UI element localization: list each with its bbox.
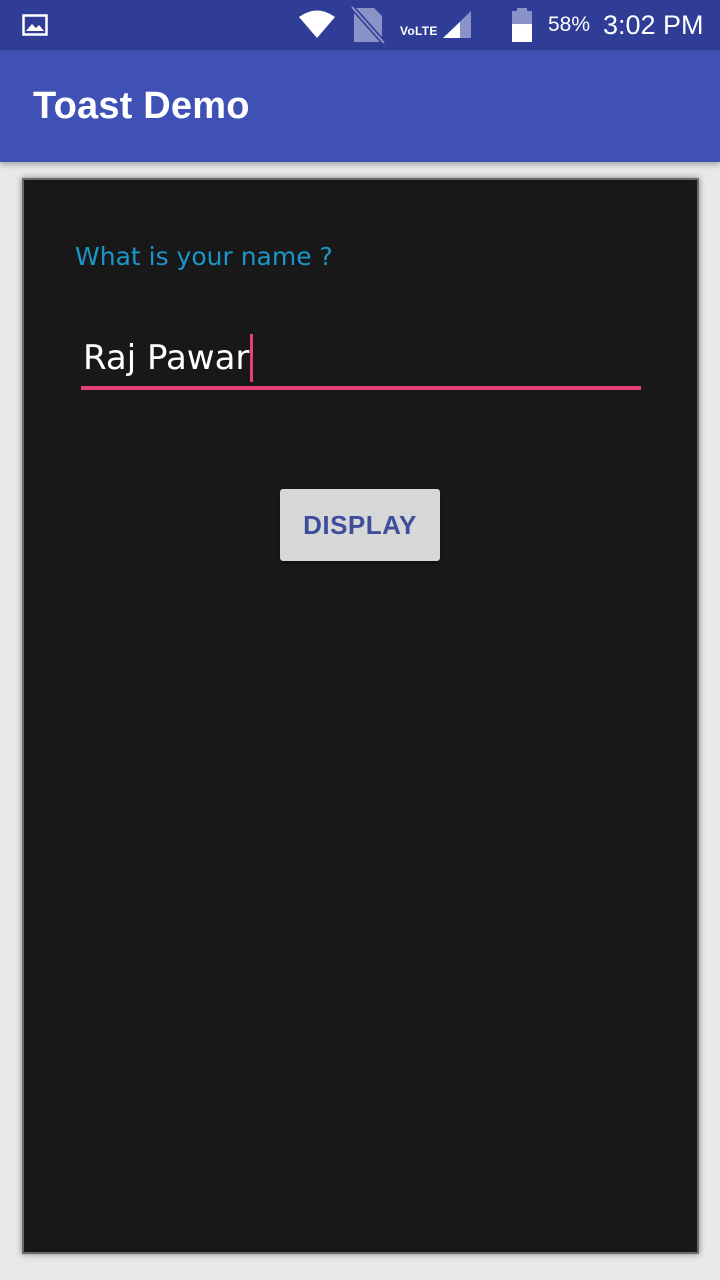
wifi-icon xyxy=(298,0,336,50)
app-bar: Toast Demo xyxy=(0,50,720,162)
app-title: Toast Demo xyxy=(33,84,250,127)
content-panel: What is your name ? Raj Pawar DISPLAY xyxy=(22,178,699,1254)
status-bar: VoLTE 58% 3:02 PM xyxy=(0,0,720,50)
name-input-value: Raj Pawar xyxy=(83,338,250,378)
battery-icon xyxy=(510,0,534,50)
battery-percent: 58% xyxy=(548,13,591,36)
signal-icon xyxy=(442,0,472,50)
gallery-icon xyxy=(22,0,48,50)
no-sim-icon xyxy=(350,0,386,50)
name-input[interactable]: Raj Pawar xyxy=(81,330,641,390)
volte-label: VoLTE xyxy=(400,24,438,38)
display-button[interactable]: DISPLAY xyxy=(280,489,440,561)
text-caret xyxy=(250,334,254,382)
name-prompt-label: What is your name ? xyxy=(75,242,333,271)
clock: 3:02 PM xyxy=(603,9,704,40)
